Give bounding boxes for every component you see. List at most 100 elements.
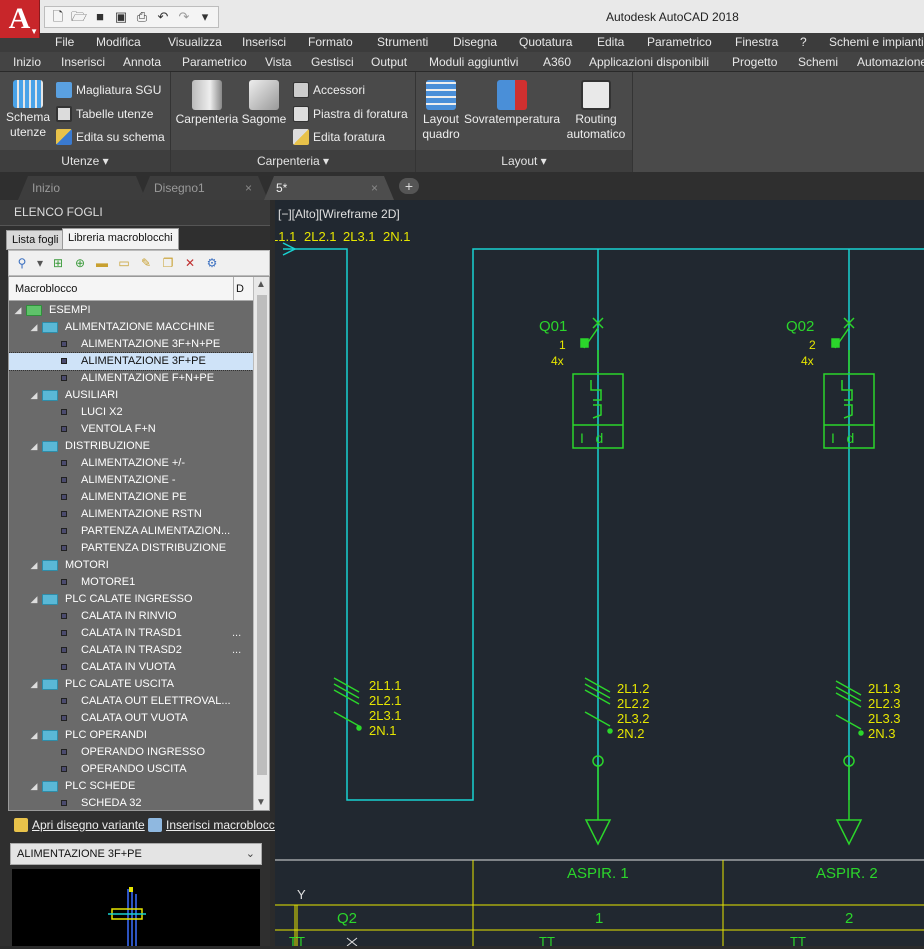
menu-help[interactable]: ? <box>800 35 807 49</box>
tree-leaf-item[interactable]: CALATA OUT VUOTA <box>9 710 255 727</box>
panel-utenze-title[interactable]: Utenze ▾ <box>0 150 170 172</box>
tree-folder-item[interactable]: ◢ ESEMPI <box>9 302 255 319</box>
tree-folder-item[interactable]: ◢ DISTRIBUZIONE <box>9 438 255 455</box>
tree-leaf-item[interactable]: ALIMENTAZIONE RSTN <box>9 506 255 523</box>
open-icon[interactable]: 🗁 <box>70 9 88 25</box>
tree-leaf-item[interactable]: LUCI X2 <box>9 404 255 421</box>
sagome-button[interactable]: Sagome <box>239 80 289 127</box>
scroll-down-icon[interactable]: ▼ <box>256 797 266 808</box>
ribbon-tab-inserisci[interactable]: Inserisci <box>61 55 105 69</box>
ribbon-tab-inizio[interactable]: Inizio <box>13 55 41 69</box>
tree-leaf-item[interactable]: ALIMENTAZIONE 3F+PE <box>9 352 256 371</box>
tree-leaf-item[interactable]: ALIMENTAZIONE +/- <box>9 455 255 472</box>
layout-quadro-button[interactable]: Layout quadro <box>420 80 462 142</box>
autocad-logo-button[interactable]: A ▼ <box>0 0 40 38</box>
delete-icon[interactable]: ✕ <box>181 254 199 272</box>
ribbon-tab-vista[interactable]: Vista <box>265 55 291 69</box>
ribbon-tab-automazione[interactable]: Automazione <box>857 55 924 69</box>
expand-arrow-icon[interactable]: ◢ <box>29 676 39 693</box>
tab-lista-fogli[interactable]: Lista fogli <box>6 230 65 250</box>
add-block-icon[interactable]: ⊕ <box>71 254 89 272</box>
breaker-q01[interactable]: Q01 1 4x I d <box>539 317 624 449</box>
print-icon[interactable]: ⎙ <box>133 9 151 25</box>
search-icon[interactable]: ⚲ <box>13 254 31 272</box>
tree-scrollbar[interactable]: ▲ ▼ <box>253 277 269 810</box>
tree-leaf-item[interactable]: ALIMENTAZIONE F+N+PE <box>9 370 255 387</box>
menu-inserisci[interactable]: Inserisci <box>242 35 286 49</box>
tabelle-utenze-button[interactable]: Tabelle utenze <box>56 106 153 122</box>
redo-icon[interactable]: ↷ <box>175 9 193 25</box>
expand-arrow-icon[interactable]: ◢ <box>29 387 39 404</box>
tree-leaf-item[interactable]: MOTORE1 <box>9 574 255 591</box>
tree-column-header[interactable]: Macroblocco D <box>9 277 255 301</box>
tree-leaf-item[interactable]: CALATA IN RINVIO <box>9 608 255 625</box>
sovratemperatura-button[interactable]: Sovratemperatura <box>464 80 560 127</box>
menu-visualizza[interactable]: Visualizza <box>168 35 222 49</box>
undo-icon[interactable]: ↶ <box>154 9 172 25</box>
scroll-thumb[interactable] <box>257 295 267 775</box>
menu-schemi-impianti[interactable]: Schemi e impianti <box>829 35 924 49</box>
schema-utenze-button[interactable]: Schema utenze <box>6 80 50 140</box>
tree-leaf-item[interactable]: OPERANDO INGRESSO <box>9 744 255 761</box>
close-icon[interactable]: × <box>371 176 378 200</box>
piastra-foratura-button[interactable]: Piastra di foratura <box>293 106 408 122</box>
tree-folder-item[interactable]: ◢ AUSILIARI <box>9 387 255 404</box>
menu-edita[interactable]: Edita <box>597 35 624 49</box>
menu-quotatura[interactable]: Quotatura <box>519 35 572 49</box>
ribbon-tab-output[interactable]: Output <box>371 55 407 69</box>
edit-icon[interactable]: ✎ <box>137 254 155 272</box>
menu-modifica[interactable]: Modifica <box>96 35 141 49</box>
selected-block-dropdown[interactable]: ALIMENTAZIONE 3F+PE ⌄ <box>10 843 262 865</box>
scroll-up-icon[interactable]: ▲ <box>256 279 266 290</box>
tree-leaf-item[interactable]: CALATA IN TRASD1... <box>9 625 255 642</box>
tree-leaf-item[interactable]: CALATA OUT ELETTROVAL... <box>9 693 255 710</box>
add-category-icon[interactable]: ⊞ <box>49 254 67 272</box>
expand-arrow-icon[interactable]: ◢ <box>29 319 39 336</box>
copy-icon[interactable]: ❐ <box>159 254 177 272</box>
expand-arrow-icon[interactable]: ◢ <box>29 591 39 608</box>
doc-tab-inizio[interactable]: Inizio <box>18 176 146 200</box>
menu-parametrico[interactable]: Parametrico <box>647 35 712 49</box>
menu-strumenti[interactable]: Strumenti <box>377 35 428 49</box>
tree-leaf-item[interactable]: ALIMENTAZIONE - <box>9 472 255 489</box>
tree-leaf-item[interactable]: SCHEDA 32 <box>9 795 255 810</box>
tree-folder-item[interactable]: ◢ MOTORI <box>9 557 255 574</box>
ribbon-tab-applicazioni[interactable]: Applicazioni disponibili <box>589 55 709 69</box>
folder-import-icon[interactable]: ▭ <box>115 254 133 272</box>
expand-arrow-icon[interactable]: ◢ <box>29 557 39 574</box>
apri-disegno-variante-button[interactable]: Apri disegno variante <box>14 818 145 832</box>
tree-leaf-item[interactable]: CALATA IN TRASD2... <box>9 642 255 659</box>
inserisci-macroblocco-button[interactable]: Inserisci macroblocco <box>148 818 281 832</box>
expand-arrow-icon[interactable]: ◢ <box>13 302 23 319</box>
chevron-down-icon[interactable]: ▾ <box>35 254 45 272</box>
tree-leaf-item[interactable]: OPERANDO USCITA <box>9 761 255 778</box>
tree-folder-item[interactable]: ◢ PLC OPERANDI <box>9 727 255 744</box>
breaker-q02[interactable]: Q02 2 4x I d <box>786 317 875 449</box>
settings-icon[interactable]: ⚙ <box>203 254 221 272</box>
tree-folder-item[interactable]: ◢ ALIMENTAZIONE MACCHINE <box>9 319 255 336</box>
tree-leaf-item[interactable]: ALIMENTAZIONE 3F+N+PE <box>9 336 255 353</box>
close-icon[interactable]: × <box>245 176 252 200</box>
edita-foratura-button[interactable]: Edita foratura <box>293 129 385 145</box>
doc-tab-5[interactable]: 5* × <box>264 176 394 200</box>
tree-folder-item[interactable]: ◢ PLC SCHEDE <box>9 778 255 795</box>
carpenteria-button[interactable]: Carpenteria <box>175 80 239 127</box>
panel-layout-title[interactable]: Layout ▾ <box>416 150 632 172</box>
menu-finestra[interactable]: Finestra <box>735 35 778 49</box>
ribbon-tab-schemi[interactable]: Schemi <box>798 55 838 69</box>
tree-leaf-item[interactable]: VENTOLA F+N <box>9 421 255 438</box>
saveas-icon[interactable]: ▣ <box>112 9 130 25</box>
expand-arrow-icon[interactable]: ◢ <box>29 778 39 795</box>
tab-libreria-macroblocchi[interactable]: Libreria macroblocchi <box>62 228 179 250</box>
new-tab-plus-icon[interactable]: + <box>399 178 419 194</box>
customize-icon[interactable]: ▾ <box>196 9 214 25</box>
tree-leaf-item[interactable]: PARTENZA DISTRIBUZIONE <box>9 540 255 557</box>
tree-leaf-item[interactable]: ALIMENTAZIONE PE <box>9 489 255 506</box>
doc-tab-disegno1[interactable]: Disegno1 × <box>140 176 268 200</box>
ribbon-tab-gestisci[interactable]: Gestisci <box>311 55 354 69</box>
new-icon[interactable]: 🗋 <box>49 9 67 25</box>
save-icon[interactable]: ■ <box>91 9 109 25</box>
ribbon-tab-progetto[interactable]: Progetto <box>732 55 777 69</box>
tree-folder-item[interactable]: ◢ PLC CALATE USCITA <box>9 676 255 693</box>
menu-disegna[interactable]: Disegna <box>453 35 497 49</box>
